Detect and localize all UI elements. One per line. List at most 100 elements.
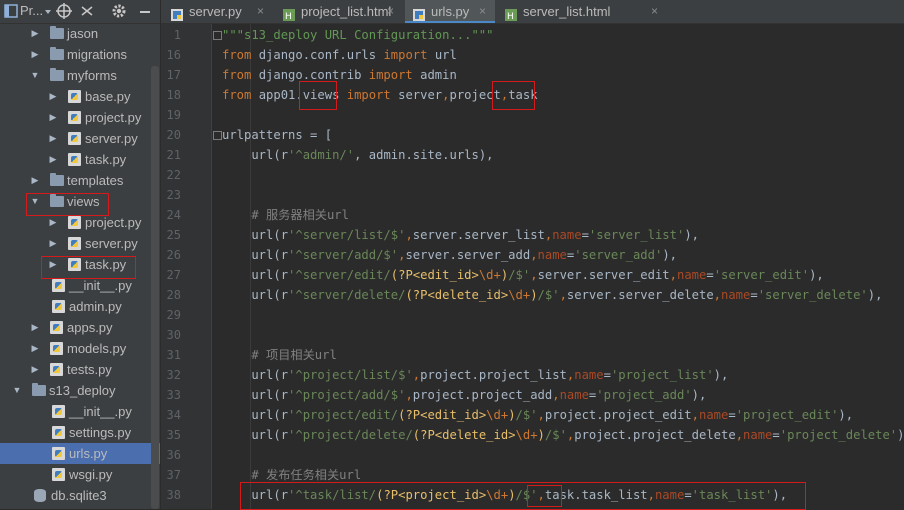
tree-item[interactable]: ▶ server.py: [0, 233, 160, 254]
line-number: 29: [166, 308, 181, 322]
code-token: from: [222, 68, 259, 82]
tab-server-py[interactable]: server.py ×: [163, 0, 273, 23]
tree-item[interactable]: ▶ jason: [0, 23, 160, 44]
code-line: url(r'^admin/', admin.site.urls),: [222, 145, 494, 165]
expand-arrow-right-icon[interactable]: ▶: [48, 128, 58, 149]
expand-arrow-right-icon[interactable]: ▶: [48, 107, 58, 128]
expand-arrow-right-icon[interactable]: ▶: [30, 170, 40, 191]
line-number: 34: [166, 408, 181, 422]
tree-item-label: urls.py: [69, 446, 108, 461]
expand-arrow-right-icon[interactable]: ▶: [48, 149, 58, 170]
expand-arrow-right-icon[interactable]: ▶: [30, 338, 40, 359]
annotation-box-views-folder: [26, 193, 109, 216]
tree-item[interactable]: ▶ task.py: [0, 149, 160, 170]
python-file-icon: [68, 237, 81, 250]
code-token: ,: [530, 268, 538, 282]
gutter-divider: [211, 24, 212, 509]
tab-urls-py[interactable]: urls.py ×: [405, 0, 495, 23]
tree-item[interactable]: ▶ templates: [0, 170, 160, 191]
expand-arrow-down-icon[interactable]: ▼: [12, 380, 22, 401]
code-token: name: [698, 408, 729, 422]
line-number: 18: [166, 88, 181, 102]
code-token: '^project/list/$': [288, 368, 413, 382]
tree-item[interactable]: settings.py: [0, 422, 160, 443]
tree-item[interactable]: ▶ tests.py: [0, 359, 160, 380]
locate-file-icon[interactable]: [56, 2, 72, 20]
code-token: django.conf.urls: [258, 48, 384, 62]
svg-text:H: H: [507, 12, 514, 21]
code-token: ,: [405, 228, 413, 242]
project-view-icon[interactable]: [4, 2, 18, 20]
code-token: url(r: [222, 368, 289, 382]
close-tab-icon[interactable]: ×: [479, 0, 486, 23]
code-token: ,: [552, 388, 560, 402]
close-tab-icon[interactable]: ×: [387, 0, 394, 23]
settings-gear-icon[interactable]: [110, 2, 128, 20]
expand-arrow-right-icon[interactable]: ▶: [30, 23, 40, 44]
expand-arrow-right-icon[interactable]: ▶: [30, 317, 40, 338]
code-token: ),: [684, 228, 699, 242]
folder-icon: [50, 68, 64, 81]
fold-marker-icon[interactable]: [213, 31, 222, 40]
code-line: from django.contrib import admin: [222, 65, 457, 85]
code-token: ,: [442, 88, 450, 102]
fold-marker-icon[interactable]: [213, 131, 222, 140]
line-number: 33: [166, 388, 181, 402]
tab-label: server.py: [189, 4, 242, 19]
annotation-box-task-py: [41, 256, 136, 279]
line-number: 25: [166, 228, 181, 242]
line-number: 36: [166, 448, 181, 462]
tree-item-label: myforms: [67, 68, 117, 83]
collapse-all-icon[interactable]: [80, 2, 94, 20]
code-line: url(r'^project/list/$',project.project_l…: [222, 365, 728, 385]
code-token: 'server_delete': [757, 288, 868, 302]
python-file-icon: [68, 90, 81, 103]
tree-item[interactable]: ▶ server.py: [0, 128, 160, 149]
tab-server-list-html[interactable]: Hserver_list.html ×: [497, 0, 667, 23]
hide-panel-icon[interactable]: [138, 2, 152, 20]
tab-label: server_list.html: [523, 4, 611, 19]
code-token: ,: [713, 288, 721, 302]
tree-item[interactable]: ▼ myforms: [0, 65, 160, 86]
dropdown-arrow-icon[interactable]: [44, 2, 52, 20]
project-title[interactable]: Pr...: [20, 2, 43, 20]
code-token: project.project_list: [420, 368, 567, 382]
folder-icon: [32, 383, 46, 396]
code-token: server.server_add: [405, 248, 531, 262]
code-token: , admin.site.urls),: [354, 148, 494, 162]
code-line: url(r'^server/add/$',server.server_add,n…: [222, 245, 677, 265]
code-token: django.contrib: [258, 68, 369, 82]
tree-item[interactable]: ▶ migrations: [0, 44, 160, 65]
tab-project-list-html[interactable]: Hproject_list.html ×: [275, 0, 403, 23]
close-tab-icon[interactable]: ×: [651, 0, 658, 23]
code-token: url(r: [222, 428, 289, 442]
code-token: =: [581, 228, 589, 242]
code-token: import: [346, 88, 399, 102]
code-token: 'server_edit': [713, 268, 810, 282]
tree-item[interactable]: ▶ models.py: [0, 338, 160, 359]
code-token: url(r: [222, 288, 289, 302]
tree-item[interactable]: ▶ project.py: [0, 107, 160, 128]
expand-arrow-right-icon[interactable]: ▶: [48, 233, 58, 254]
expand-arrow-right-icon[interactable]: ▶: [30, 44, 40, 65]
code-token: =: [772, 428, 780, 442]
tree-item[interactable]: ▶ base.py: [0, 86, 160, 107]
expand-arrow-right-icon[interactable]: ▶: [48, 86, 58, 107]
tree-item[interactable]: urls.py: [0, 443, 160, 464]
python-file-icon: [171, 5, 183, 21]
close-tab-icon[interactable]: ×: [257, 0, 264, 23]
code-token: (?P<delete_id>: [412, 428, 516, 442]
line-number: 35: [166, 428, 181, 442]
tree-item[interactable]: wsgi.py: [0, 464, 160, 485]
expand-arrow-right-icon[interactable]: ▶: [30, 359, 40, 380]
expand-arrow-down-icon[interactable]: ▼: [30, 65, 40, 86]
tree-item[interactable]: ▶ apps.py: [0, 317, 160, 338]
code-token: from: [222, 88, 259, 102]
tree-item[interactable]: ▼ s13_deploy: [0, 380, 160, 401]
code-token: (?P<edit_id>: [398, 408, 487, 422]
tree-item[interactable]: __init__.py: [0, 401, 160, 422]
tree-item[interactable]: admin.py: [0, 296, 160, 317]
code-token: # 服务器相关url: [222, 208, 349, 222]
code-token: admin: [420, 68, 457, 82]
tree-item[interactable]: db.sqlite3: [0, 485, 160, 506]
